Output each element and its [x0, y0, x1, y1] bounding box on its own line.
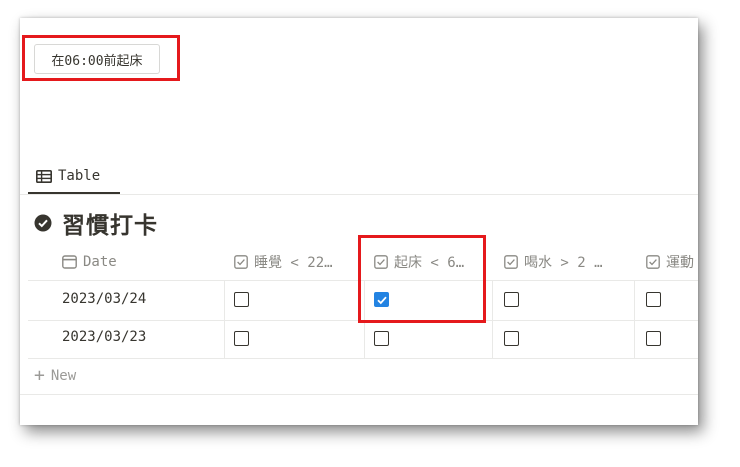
new-row-button[interactable]: + New: [34, 365, 77, 386]
row-date[interactable]: 2023/03/23: [62, 329, 146, 345]
new-row-label: New: [50, 368, 77, 384]
column-header-date[interactable]: Date: [62, 244, 222, 280]
column-divider: [492, 280, 493, 358]
column-divider: [224, 280, 225, 358]
exercise-checkbox[interactable]: [646, 331, 661, 346]
exercise-checkbox[interactable]: [646, 292, 661, 307]
tab-table-label: Table: [58, 168, 101, 184]
row-date[interactable]: 2023/03/24: [62, 291, 146, 307]
column-header-label: 運動: [666, 255, 694, 271]
check-circle-icon: [34, 214, 52, 232]
wakeup-checkbox[interactable]: [374, 331, 389, 346]
checkbox-property-icon: [646, 255, 660, 269]
column-divider: [634, 280, 635, 358]
column-header-label: 喝水 > 2 …: [524, 255, 603, 271]
database-title[interactable]: 習慣打卡: [62, 206, 158, 240]
column-header-label: Date: [83, 254, 117, 270]
column-header-water[interactable]: 喝水 > 2 …: [504, 244, 632, 280]
row-divider: [20, 394, 698, 395]
highlight-box-wakeup-column: [358, 235, 486, 323]
highlight-box-tag: [22, 35, 180, 81]
checkbox-property-icon: [234, 255, 248, 269]
database-title-row: 習慣打卡: [34, 206, 158, 240]
column-header-label: 睡覺 < 22…: [254, 255, 333, 271]
checkbox-property-icon: [504, 255, 518, 269]
plus-icon: +: [34, 365, 45, 386]
table-icon: [36, 169, 52, 183]
column-header-sleep[interactable]: 睡覺 < 22…: [234, 244, 362, 280]
water-checkbox[interactable]: [504, 331, 519, 346]
sleep-checkbox[interactable]: [234, 292, 249, 307]
calendar-icon: [62, 255, 77, 269]
water-checkbox[interactable]: [504, 292, 519, 307]
tab-table[interactable]: Table: [28, 160, 120, 194]
row-divider: [28, 358, 698, 359]
sleep-checkbox[interactable]: [234, 331, 249, 346]
column-header-exercise[interactable]: 運動: [646, 244, 698, 280]
notion-page: 在06:00前起床 Table 習慣打卡 Date 睡覺 < 22… 起床 < …: [20, 18, 698, 425]
view-tab-bar: Table: [20, 160, 698, 195]
